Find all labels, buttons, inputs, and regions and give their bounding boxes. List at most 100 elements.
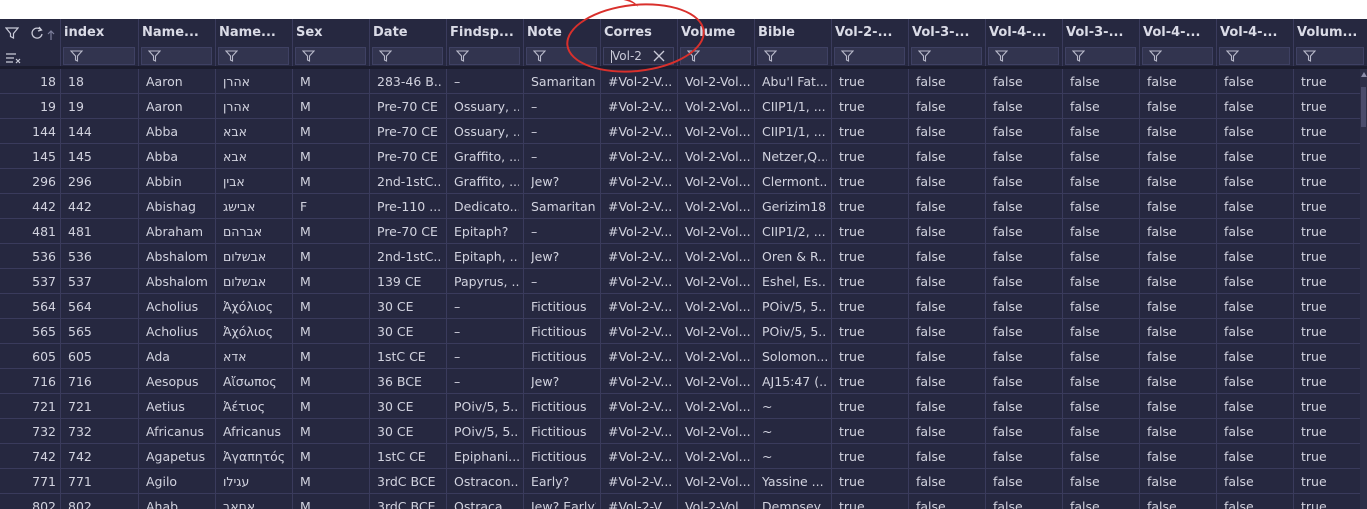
cell-name_orig[interactable]: אבישג xyxy=(223,194,288,219)
cell-rownum[interactable]: 19 xyxy=(0,94,56,119)
cell-vol3a[interactable]: false xyxy=(916,169,981,194)
filter-button-vol4b[interactable] xyxy=(1142,47,1213,65)
cell-note[interactable]: Fictitious xyxy=(531,319,596,344)
cell-date[interactable]: 3rdC BCE xyxy=(377,494,442,509)
cell-note[interactable]: Fictitious xyxy=(531,444,596,469)
cell-bible[interactable]: AJ15:47 (... xyxy=(762,369,827,394)
cell-corres[interactable]: #Vol-2-V... xyxy=(608,219,673,244)
cell-volum[interactable]: true xyxy=(1301,119,1363,144)
cell-date[interactable]: 139 CE xyxy=(377,269,442,294)
cell-name_en[interactable]: Aaron xyxy=(146,94,211,119)
cell-bible[interactable]: POiv/5, 5... xyxy=(762,294,827,319)
cell-index[interactable]: 732 xyxy=(68,419,134,444)
cell-volum[interactable]: true xyxy=(1301,319,1363,344)
cell-name_en[interactable]: Aesopus xyxy=(146,369,211,394)
cell-findspot[interactable]: Ossuary, ... xyxy=(454,119,519,144)
cell-sex[interactable]: M xyxy=(300,319,365,344)
column-header-vol3a[interactable]: Vol-3-... xyxy=(912,19,981,45)
cell-corres[interactable]: #Vol-2-V... xyxy=(608,244,673,269)
cell-vol4a[interactable]: false xyxy=(993,144,1058,169)
cell-vol4c[interactable]: false xyxy=(1224,319,1289,344)
cell-index[interactable]: 742 xyxy=(68,444,134,469)
cell-volum[interactable]: true xyxy=(1301,194,1363,219)
cell-vol3a[interactable]: false xyxy=(916,369,981,394)
cell-note[interactable]: Samaritan xyxy=(531,69,596,94)
cell-note[interactable]: – xyxy=(531,94,596,119)
cell-name_en[interactable]: Agapetus xyxy=(146,444,211,469)
cell-note[interactable]: Jew? xyxy=(531,169,596,194)
cell-vol3b[interactable]: false xyxy=(1070,369,1135,394)
cell-vol4c[interactable]: false xyxy=(1224,144,1289,169)
table-row[interactable]: 481 481 Abraham אברהם M Pre-70 CE Epitaph? – #Vo… xyxy=(0,219,1367,244)
cell-vol2[interactable]: true xyxy=(839,294,904,319)
cell-vol4a[interactable]: false xyxy=(993,169,1058,194)
cell-date[interactable]: 36 BCE xyxy=(377,369,442,394)
cell-bible[interactable]: Yassine ... xyxy=(762,469,827,494)
cell-sex[interactable]: M xyxy=(300,394,365,419)
cell-note[interactable]: – xyxy=(531,219,596,244)
cell-volum[interactable]: true xyxy=(1301,494,1363,509)
cell-volum[interactable]: true xyxy=(1301,219,1363,244)
cell-name_orig[interactable]: Ἀχόλιος xyxy=(223,319,288,344)
cell-name_orig[interactable]: אהרן xyxy=(223,94,288,119)
filter-button-sex[interactable] xyxy=(295,47,366,65)
table-row[interactable]: 716 716 Aesopus Αἴσωπος M 36 BCE – Jew? #Vol-2-V… xyxy=(0,369,1367,394)
cell-findspot[interactable]: Graffito, ... xyxy=(454,169,519,194)
cell-rownum[interactable]: 605 xyxy=(0,344,56,369)
cell-sex[interactable]: M xyxy=(300,469,365,494)
cell-vol4a[interactable]: false xyxy=(993,369,1058,394)
cell-corres[interactable]: #Vol-2-V... xyxy=(608,194,673,219)
cell-vol3b[interactable]: false xyxy=(1070,219,1135,244)
cell-vol3b[interactable]: false xyxy=(1070,94,1135,119)
cell-volume[interactable]: Vol-2-Vol... xyxy=(685,494,750,509)
cell-name_orig[interactable]: Ἀέτιος xyxy=(223,394,288,419)
cell-date[interactable]: 30 CE xyxy=(377,319,442,344)
cell-bible[interactable]: CIIP1/1, ... xyxy=(762,119,827,144)
cell-volume[interactable]: Vol-2-Vol... xyxy=(685,94,750,119)
refresh-icon[interactable] xyxy=(30,25,44,44)
table-row[interactable]: 605 605 Ada אדא M 1stC CE – Fictitious #Vol-2-V.… xyxy=(0,344,1367,369)
cell-corres[interactable]: #Vol-2-V... xyxy=(608,144,673,169)
cell-volum[interactable]: true xyxy=(1301,469,1363,494)
cell-index[interactable]: 537 xyxy=(68,269,134,294)
cell-vol4b[interactable]: false xyxy=(1147,244,1212,269)
cell-sex[interactable]: M xyxy=(300,344,365,369)
cell-name_en[interactable]: Abshalom xyxy=(146,269,211,294)
cell-vol4b[interactable]: false xyxy=(1147,394,1212,419)
cell-corres[interactable]: #Vol-2-V... xyxy=(608,369,673,394)
cell-vol3b[interactable]: false xyxy=(1070,419,1135,444)
cell-volum[interactable]: true xyxy=(1301,444,1363,469)
cell-date[interactable]: 30 CE xyxy=(377,294,442,319)
cell-sex[interactable]: M xyxy=(300,69,365,94)
cell-volume[interactable]: Vol-2-Vol... xyxy=(685,244,750,269)
cell-vol3a[interactable]: false xyxy=(916,219,981,244)
table-row[interactable]: 565 565 Acholius Ἀχόλιος M 30 CE – Fictitious #V… xyxy=(0,319,1367,344)
cell-findspot[interactable]: Ostraca,... xyxy=(454,494,519,509)
cell-index[interactable]: 18 xyxy=(68,69,134,94)
cell-vol3a[interactable]: false xyxy=(916,194,981,219)
cell-vol3a[interactable]: false xyxy=(916,469,981,494)
cell-date[interactable]: Pre-70 CE xyxy=(377,144,442,169)
cell-bible[interactable]: Eshel, Es... xyxy=(762,269,827,294)
cell-vol4c[interactable]: false xyxy=(1224,119,1289,144)
cell-vol3a[interactable]: false xyxy=(916,394,981,419)
cell-findspot[interactable]: – xyxy=(454,319,519,344)
scroll-up-icon[interactable] xyxy=(1361,72,1367,77)
cell-volume[interactable]: Vol-2-Vol... xyxy=(685,69,750,94)
cell-vol4c[interactable]: false xyxy=(1224,294,1289,319)
cell-volume[interactable]: Vol-2-Vol... xyxy=(685,344,750,369)
filter-button-name_orig[interactable] xyxy=(218,47,289,65)
scrollbar-thumb[interactable] xyxy=(1361,87,1366,127)
cell-rownum[interactable]: 564 xyxy=(0,294,56,319)
cell-rownum[interactable]: 536 xyxy=(0,244,56,269)
cell-corres[interactable]: #Vol-2-V... xyxy=(608,419,673,444)
cell-rownum[interactable]: 18 xyxy=(0,69,56,94)
cell-vol3b[interactable]: false xyxy=(1070,169,1135,194)
cell-vol4b[interactable]: false xyxy=(1147,444,1212,469)
cell-vol2[interactable]: true xyxy=(839,119,904,144)
cell-date[interactable]: 2nd-1stC... xyxy=(377,244,442,269)
cell-volum[interactable]: true xyxy=(1301,294,1363,319)
cell-name_orig[interactable]: אבשלום xyxy=(223,244,288,269)
cell-name_orig[interactable]: אבא xyxy=(223,119,288,144)
filter-icon[interactable] xyxy=(4,25,20,44)
